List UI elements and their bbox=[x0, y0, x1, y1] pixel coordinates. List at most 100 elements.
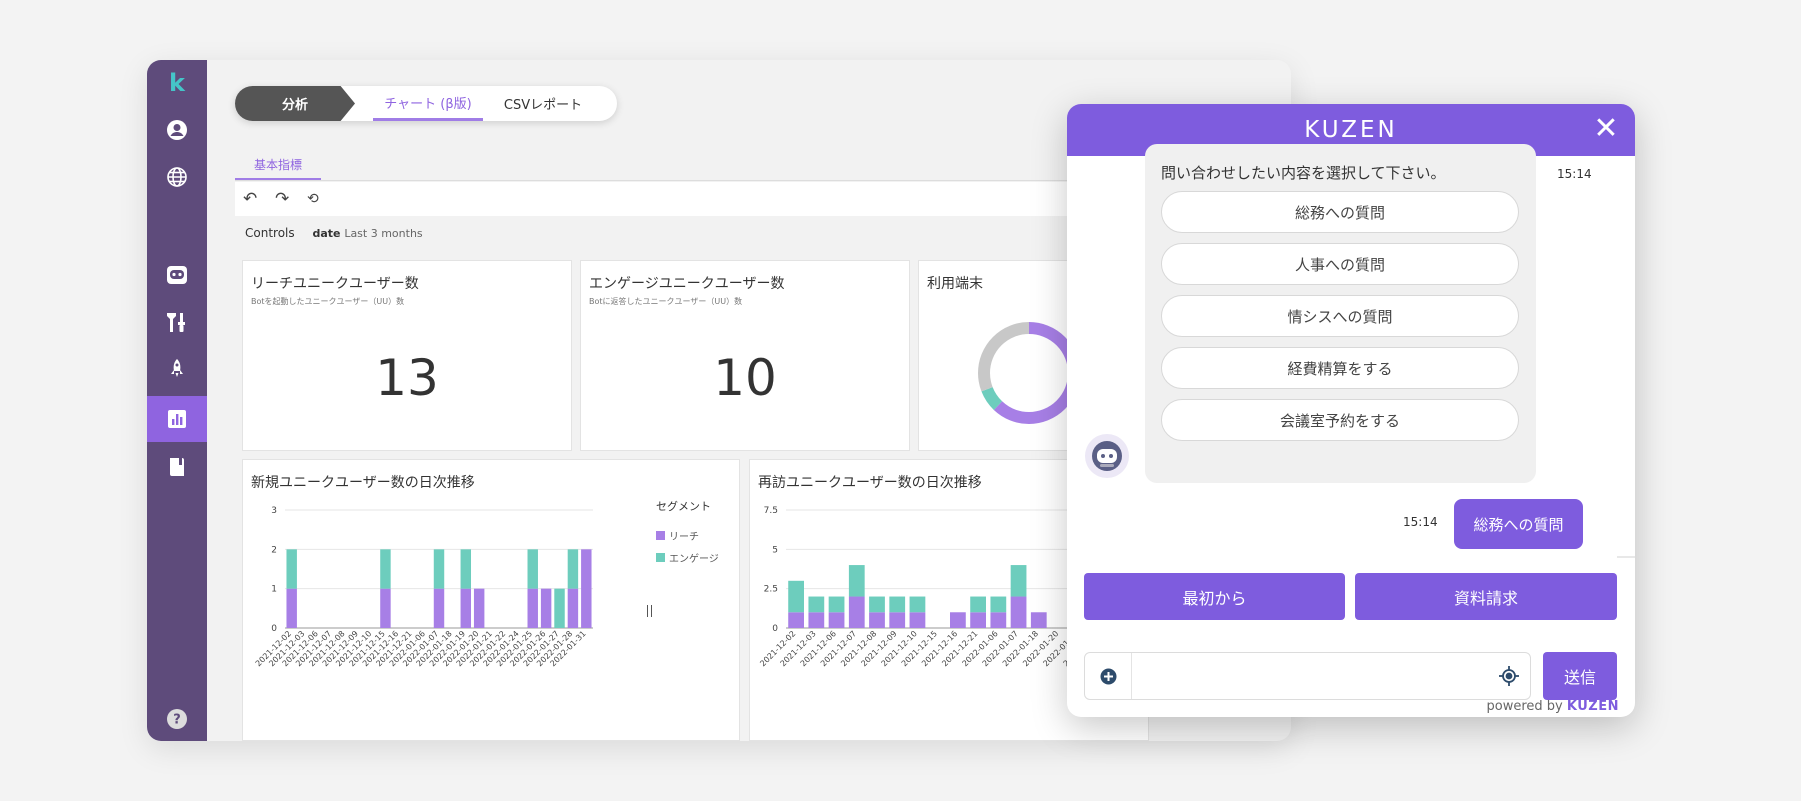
attach-button[interactable] bbox=[1085, 653, 1132, 699]
bar bbox=[950, 612, 966, 628]
rocket-icon bbox=[171, 359, 183, 377]
bar bbox=[567, 588, 579, 628]
location-icon bbox=[1499, 666, 1519, 686]
legend-item-engage[interactable]: エンゲージ bbox=[656, 550, 719, 565]
sidebar-item-docs[interactable] bbox=[147, 444, 207, 490]
bar bbox=[527, 588, 538, 628]
bar bbox=[889, 596, 906, 613]
tools-icon bbox=[167, 313, 185, 332]
logo[interactable]: k bbox=[147, 60, 207, 106]
card-title: 利用端末 bbox=[927, 276, 983, 292]
y-tick-label: 5 bbox=[772, 545, 778, 555]
card-subtitle: Botに返答したユニークユーザー（UU）数 bbox=[589, 297, 743, 306]
chat-title: KUZEN bbox=[1304, 117, 1398, 143]
close-icon[interactable]: ✕ bbox=[1589, 112, 1623, 146]
reach-uu-card: リーチユニークユーザー数 Botを起動したユニークユーザー（UU）数 13 bbox=[242, 260, 572, 451]
legend-item-reach[interactable]: リーチ bbox=[656, 528, 699, 543]
engage-uu-card: エンゲージユニークユーザー数 Botに返答したユニークユーザー（UU）数 10 bbox=[580, 260, 910, 451]
option-button[interactable]: 情シスへの質問 bbox=[1161, 295, 1519, 337]
reset-icon[interactable]: ⟲ bbox=[307, 191, 319, 207]
sidebar-item-settings[interactable] bbox=[147, 299, 207, 345]
y-tick-label: 7.5 bbox=[764, 506, 778, 516]
date-filter-key[interactable]: date bbox=[312, 227, 340, 240]
view-tabs: 分析 チャート (β版) CSVレポート bbox=[235, 86, 617, 121]
bar bbox=[540, 588, 552, 628]
powered-by[interactable]: powered by KUZEN bbox=[1487, 699, 1619, 714]
globe-icon bbox=[167, 167, 187, 187]
bar bbox=[460, 588, 472, 628]
user-message-time: 15:14 bbox=[1403, 515, 1438, 529]
kpi-value: 10 bbox=[713, 349, 777, 407]
controls-bar: Controls date Last 3 months bbox=[245, 226, 423, 240]
bar bbox=[433, 549, 445, 589]
sidebar-item-language[interactable] bbox=[147, 154, 207, 200]
tab-analysis[interactable]: 分析 bbox=[235, 86, 355, 121]
option-button[interactable]: 経費精算をする bbox=[1161, 347, 1519, 389]
help-icon: ? bbox=[167, 709, 187, 729]
controls-label: Controls bbox=[245, 226, 295, 240]
chat-widget: KUZEN ✕ 問い合わせしたい内容を選択して下さい。 総務への質問 人事への質… bbox=[1067, 104, 1635, 717]
bar bbox=[990, 596, 1007, 613]
bar bbox=[889, 612, 906, 628]
bar bbox=[808, 596, 825, 613]
date-filter-value[interactable]: Last 3 months bbox=[344, 227, 422, 240]
bar bbox=[581, 549, 592, 628]
bar bbox=[527, 549, 538, 589]
bar bbox=[828, 612, 845, 628]
bar bbox=[970, 612, 986, 628]
kpi-value: 13 bbox=[375, 349, 439, 407]
bar bbox=[808, 612, 825, 628]
restart-button[interactable]: 最初から bbox=[1084, 573, 1345, 620]
request-docs-button[interactable]: 資料請求 bbox=[1355, 573, 1617, 620]
bot-message-text: 問い合わせしたい内容を選択して下さい。 bbox=[1161, 164, 1446, 182]
sidebar-item-bot[interactable] bbox=[147, 252, 207, 298]
bot-avatar bbox=[1085, 434, 1129, 478]
y-tick-label: 1 bbox=[271, 585, 277, 595]
legend-title: セグメント bbox=[656, 500, 711, 513]
bar bbox=[380, 549, 391, 589]
bar bbox=[1010, 565, 1027, 597]
bot-message-bubble: 問い合わせしたい内容を選択して下さい。 総務への質問 人事への質問 情シスへの質… bbox=[1145, 144, 1536, 483]
bar bbox=[567, 549, 579, 589]
sidebar-item-account[interactable] bbox=[147, 107, 207, 153]
bar bbox=[909, 596, 926, 613]
plus-circle-icon bbox=[1100, 668, 1116, 684]
bar bbox=[788, 612, 804, 628]
sidebar-item-analytics[interactable] bbox=[147, 396, 207, 442]
location-button[interactable] bbox=[1498, 665, 1520, 691]
option-button[interactable]: 総務への質問 bbox=[1161, 191, 1519, 233]
new-uu-chart-card: 新規ユニークユーザー数の日次推移 3 2 1 0 2021-12-02 2021-12-0… bbox=[242, 459, 740, 741]
bar bbox=[848, 596, 865, 628]
option-button[interactable]: 会議室予約をする bbox=[1161, 399, 1519, 441]
bar bbox=[970, 596, 986, 613]
tab-chart[interactable]: チャート (β版) bbox=[373, 86, 483, 121]
bar bbox=[848, 565, 865, 597]
y-tick-label: 2.5 bbox=[764, 585, 778, 595]
sidebar-item-help[interactable]: ? bbox=[147, 696, 207, 741]
y-tick-label: 2 bbox=[271, 545, 277, 555]
legend-scroll-handle[interactable] bbox=[647, 605, 652, 617]
sheet-tab-basic-metrics[interactable]: 基本指標 bbox=[235, 156, 321, 181]
logo-text: k bbox=[169, 69, 185, 97]
device-donut-chart bbox=[978, 322, 1079, 424]
tab-csv-report[interactable]: CSVレポート bbox=[493, 86, 593, 121]
bar bbox=[286, 549, 297, 589]
bar bbox=[869, 612, 885, 628]
undo-icon[interactable]: ↶ bbox=[243, 189, 257, 209]
user-message-bubble: 総務への質問 bbox=[1454, 499, 1583, 549]
send-button[interactable]: 送信 bbox=[1543, 652, 1617, 700]
redo-icon[interactable]: ↷ bbox=[275, 189, 289, 209]
chart-icon bbox=[168, 410, 186, 428]
y-tick-label: 3 bbox=[271, 506, 277, 516]
message-input[interactable] bbox=[1135, 657, 1475, 695]
user-circle-icon bbox=[167, 120, 187, 140]
bot-message-time: 15:14 bbox=[1557, 167, 1592, 181]
bar bbox=[909, 612, 926, 628]
sidebar: k ? bbox=[147, 60, 207, 741]
sidebar-item-deploy[interactable] bbox=[147, 346, 207, 392]
bar bbox=[869, 596, 885, 613]
bar bbox=[1030, 612, 1047, 628]
bar bbox=[473, 588, 485, 628]
option-button[interactable]: 人事への質問 bbox=[1161, 243, 1519, 285]
bar bbox=[380, 588, 391, 628]
